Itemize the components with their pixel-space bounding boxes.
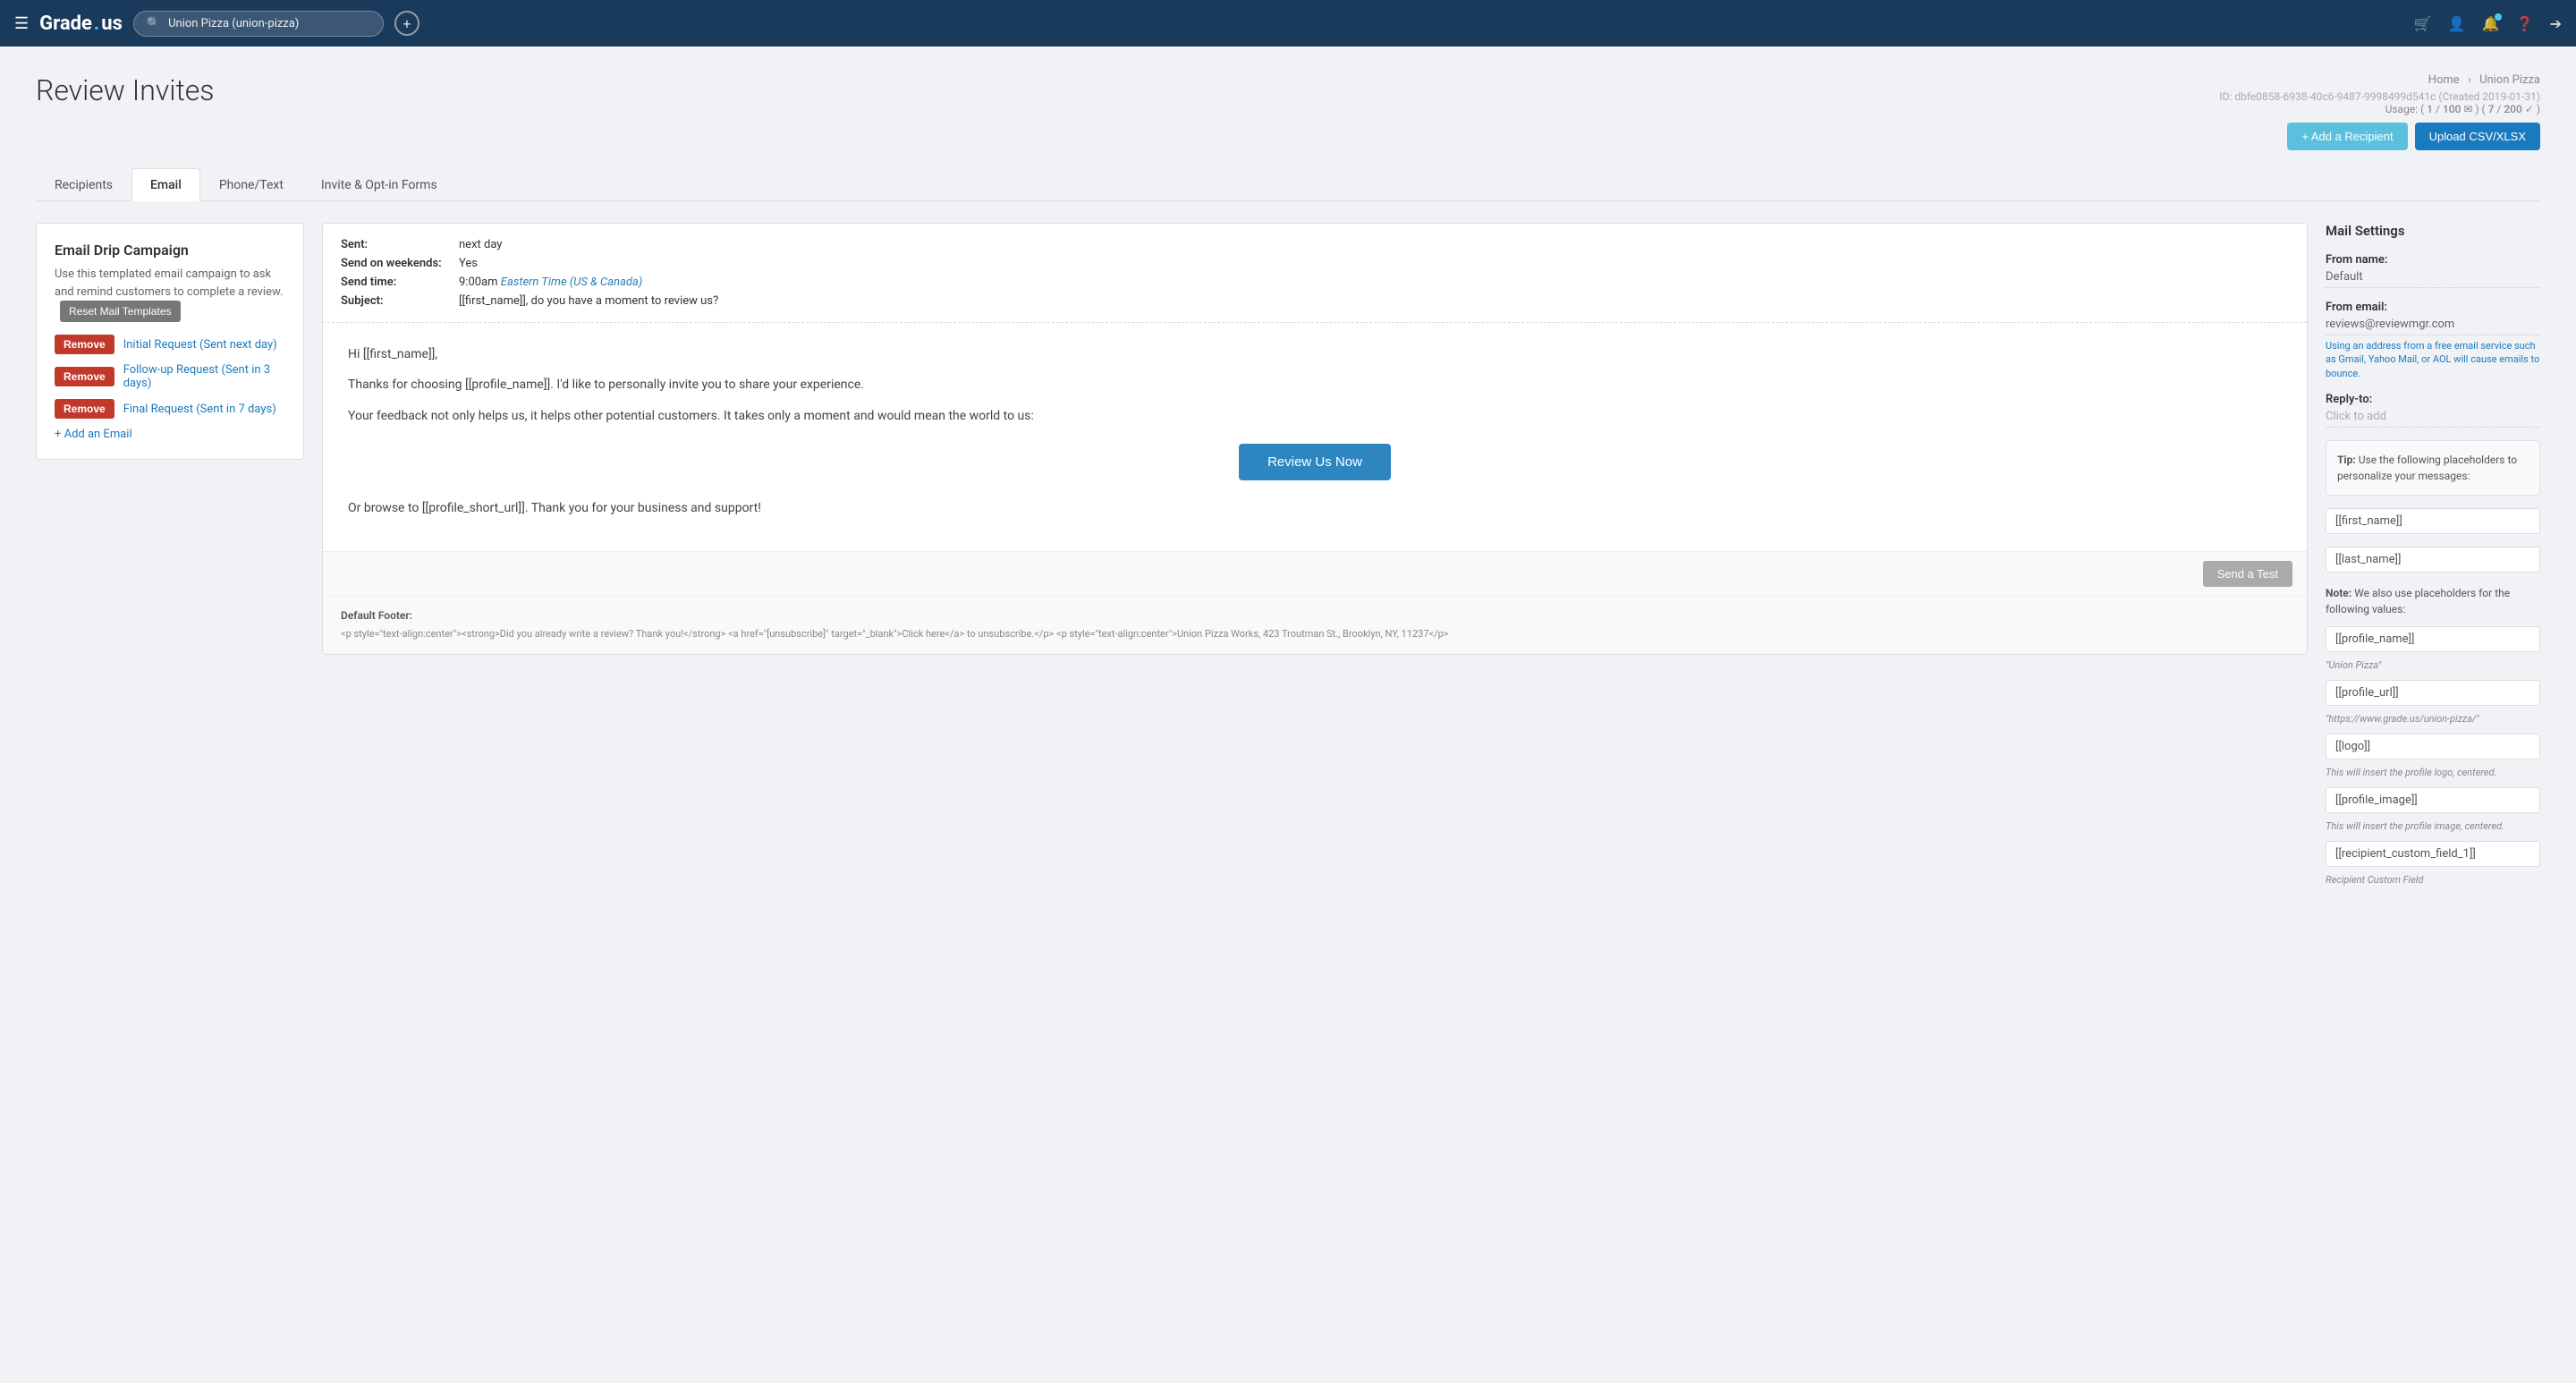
tip-section: Tip: Use the following placeholders to p… xyxy=(2326,440,2540,496)
placeholder-custom-field-tag[interactable]: [[recipient_custom_field_1]] xyxy=(2326,841,2540,867)
placeholder-profile-url-desc: "https://www.grade.us/union-pizza/" xyxy=(2326,713,2540,725)
email-browse: Or browse to [[profile_short_url]]. Than… xyxy=(348,498,2282,518)
email-item-final: Remove Final Request (Sent in 7 days) xyxy=(55,399,285,419)
placeholder-logo: [[logo]] This will insert the profile lo… xyxy=(2326,734,2540,778)
from-name-group: From name: Default xyxy=(2326,253,2540,288)
placeholder-first-name-tag[interactable]: [[first_name]] xyxy=(2326,508,2540,534)
page-header: Review Invites Home › Union Pizza ID: db… xyxy=(36,73,2540,150)
tip-text: Tip: Use the following placeholders to p… xyxy=(2337,452,2529,484)
reply-to-group: Reply-to: Click to add xyxy=(2326,393,2540,428)
placeholder-profile-name: [[profile_name]] "Union Pizza" xyxy=(2326,626,2540,671)
tab-email[interactable]: Email xyxy=(131,168,200,201)
placeholder-profile-name-tag[interactable]: [[profile_name]] xyxy=(2326,626,2540,652)
default-footer: Default Footer: <p style="text-align:cen… xyxy=(323,596,2307,655)
send-test-button[interactable]: Send a Test xyxy=(2203,561,2292,587)
breadcrumb-home[interactable]: Home xyxy=(2428,73,2460,87)
add-location-button[interactable]: + xyxy=(394,11,419,36)
email-drip-title: Email Drip Campaign xyxy=(55,242,285,259)
tab-invite-forms[interactable]: Invite & Opt-in Forms xyxy=(302,168,456,201)
add-email-link[interactable]: + Add an Email xyxy=(55,428,285,441)
email-body-p2: Your feedback not only helps us, it help… xyxy=(348,406,2282,426)
tabs: Recipients Email Phone/Text Invite & Opt… xyxy=(36,168,2540,201)
placeholder-profile-image-tag[interactable]: [[profile_image]] xyxy=(2326,787,2540,813)
remove-final-button[interactable]: Remove xyxy=(55,399,114,419)
placeholder-profile-url: [[profile_url]] "https://www.grade.us/un… xyxy=(2326,680,2540,725)
center-panel: Sent: next day Send on weekends: Yes Sen… xyxy=(322,223,2308,655)
mail-settings-title: Mail Settings xyxy=(2326,223,2540,239)
placeholder-custom-field-desc: Recipient Custom Field xyxy=(2326,874,2540,886)
usage-line: Usage: ( 1 / 100 ✉ ) ( 7 / 200 ✓ ) xyxy=(2219,103,2540,115)
email-item-initial: Remove Initial Request (Sent next day) xyxy=(55,335,285,354)
email-meta-sent: Sent: next day xyxy=(341,238,2289,251)
email-item-followup: Remove Follow-up Request (Sent in 3 days… xyxy=(55,363,285,390)
placeholder-last-name: [[last_name]] xyxy=(2326,547,2540,573)
right-panel: Mail Settings From name: Default From em… xyxy=(2326,223,2540,895)
action-buttons: + Add a Recipient Upload CSV/XLSX xyxy=(2219,123,2540,150)
email-meta-subject: Subject: [[first_name]], do you have a m… xyxy=(341,294,2289,308)
from-name-value[interactable]: Default xyxy=(2326,270,2540,288)
remove-followup-button[interactable]: Remove xyxy=(55,367,114,386)
page-id: ID: dbfe0858-6938-40c6-9487-9998499d541c… xyxy=(2219,90,2540,103)
email-drip-desc: Use this templated email campaign to ask… xyxy=(55,266,285,322)
logo: Grade . us xyxy=(39,13,123,35)
email-item-final-label[interactable]: Final Request (Sent in 7 days) xyxy=(123,403,276,416)
review-now-button[interactable]: Review Us Now xyxy=(1239,444,1391,480)
add-recipient-button[interactable]: + Add a Recipient xyxy=(2287,123,2407,150)
email-meta: Sent: next day Send on weekends: Yes Sen… xyxy=(323,224,2307,323)
placeholder-last-name-tag[interactable]: [[last_name]] xyxy=(2326,547,2540,573)
logout-icon[interactable]: ➔ xyxy=(2550,15,2562,32)
email-body-p1: Thanks for choosing [[profile_name]]. I'… xyxy=(348,375,2282,395)
email-meta-time: Send time: 9:00am Eastern Time (US & Can… xyxy=(341,276,2289,289)
remove-initial-button[interactable]: Remove xyxy=(55,335,114,354)
breadcrumb: Home › Union Pizza xyxy=(2219,73,2540,87)
search-text: Union Pizza (union-pizza) xyxy=(168,17,299,30)
placeholder-profile-image: [[profile_image]] This will insert the p… xyxy=(2326,787,2540,832)
main-content: Review Invites Home › Union Pizza ID: db… xyxy=(0,47,2576,1383)
reply-to-input[interactable]: Click to add xyxy=(2326,410,2540,428)
search-bar[interactable]: 🔍 Union Pizza (union-pizza) xyxy=(133,11,384,37)
page-meta: Home › Union Pizza ID: dbfe0858-6938-40c… xyxy=(2219,73,2540,150)
from-email-group: From email: reviews@reviewmgr.com Using … xyxy=(2326,301,2540,380)
send-test-row: Send a Test xyxy=(323,551,2307,596)
content-area: Email Drip Campaign Use this templated e… xyxy=(36,223,2540,895)
reply-to-label: Reply-to: xyxy=(2326,393,2540,406)
placeholder-logo-desc: This will insert the profile logo, cente… xyxy=(2326,767,2540,778)
breadcrumb-location: Union Pizza xyxy=(2479,73,2540,87)
question-icon[interactable]: ❓ xyxy=(2516,15,2534,32)
email-greeting: Hi [[first_name]], xyxy=(348,344,2282,364)
from-email-note: Using an address from a free email servi… xyxy=(2326,339,2540,380)
search-icon: 🔍 xyxy=(147,17,161,30)
topnav-icons: 🛒 👤 🔔 ❓ ➔ xyxy=(2414,15,2562,32)
email-meta-weekends: Send on weekends: Yes xyxy=(341,257,2289,270)
topnav: ☰ Grade . us 🔍 Union Pizza (union-pizza)… xyxy=(0,0,2576,47)
tab-phone-text[interactable]: Phone/Text xyxy=(200,168,302,201)
placeholder-first-name: [[first_name]] xyxy=(2326,508,2540,534)
left-panel: Email Drip Campaign Use this templated e… xyxy=(36,223,304,460)
default-footer-content: <p style="text-align:center"><strong>Did… xyxy=(341,627,2289,642)
email-item-followup-label[interactable]: Follow-up Request (Sent in 3 days) xyxy=(123,363,285,390)
upload-csv-button[interactable]: Upload CSV/XLSX xyxy=(2415,123,2540,150)
page-title: Review Invites xyxy=(36,73,215,107)
email-item-initial-label[interactable]: Initial Request (Sent next day) xyxy=(123,338,277,352)
tab-recipients[interactable]: Recipients xyxy=(36,168,131,201)
bag-icon[interactable]: 🛒 xyxy=(2414,15,2432,32)
reset-templates-button[interactable]: Reset Mail Templates xyxy=(60,301,181,322)
note-section: Note: We also use placeholders for the f… xyxy=(2326,585,2540,617)
default-footer-label: Default Footer: xyxy=(341,609,2289,622)
bell-icon[interactable]: 🔔 xyxy=(2482,15,2500,32)
user-icon[interactable]: 👤 xyxy=(2448,15,2466,32)
placeholder-logo-tag[interactable]: [[logo]] xyxy=(2326,734,2540,759)
hamburger-icon[interactable]: ☰ xyxy=(14,14,29,33)
placeholder-profile-name-desc: "Union Pizza" xyxy=(2326,659,2540,671)
email-body: Hi [[first_name]], Thanks for choosing [… xyxy=(323,323,2307,551)
from-email-value[interactable]: reviews@reviewmgr.com xyxy=(2326,318,2540,335)
from-email-label: From email: xyxy=(2326,301,2540,314)
placeholder-profile-url-tag[interactable]: [[profile_url]] xyxy=(2326,680,2540,706)
placeholder-profile-image-desc: This will insert the profile image, cent… xyxy=(2326,820,2540,832)
from-name-label: From name: xyxy=(2326,253,2540,267)
placeholder-custom-field: [[recipient_custom_field_1]] Recipient C… xyxy=(2326,841,2540,886)
